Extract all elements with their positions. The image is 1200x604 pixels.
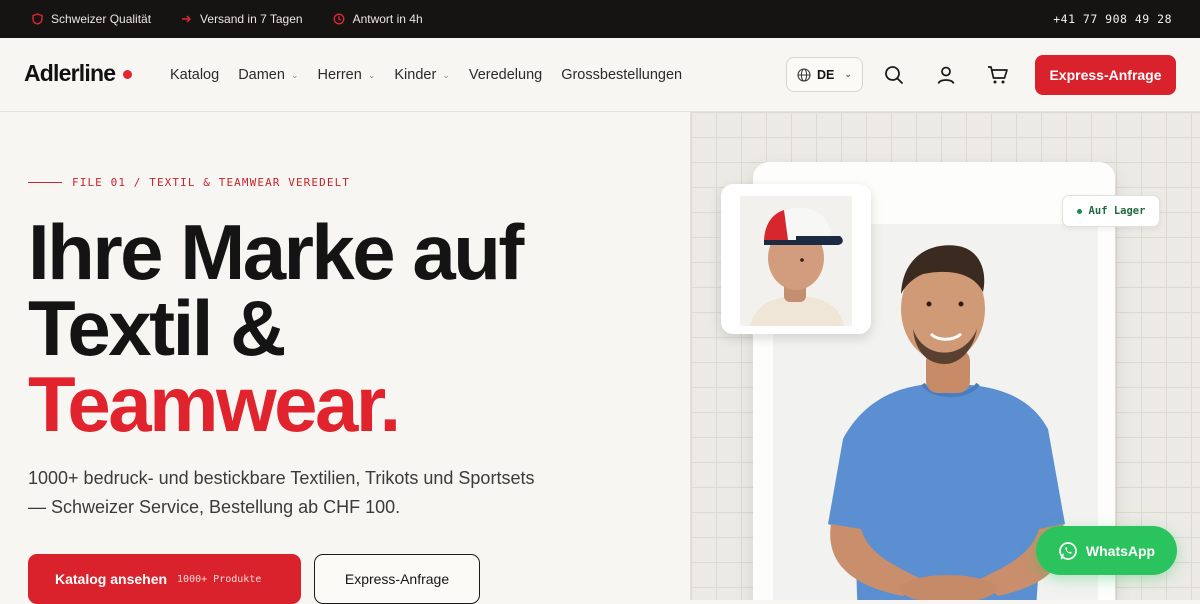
chevron-down-icon: ⌄ — [290, 69, 299, 80]
topbar-item-label: Antwort in 4h — [352, 12, 423, 26]
nav-item-label: Damen — [238, 67, 285, 83]
language-label: DE — [817, 67, 835, 82]
shield-icon — [32, 13, 43, 25]
hero-content: FILE 01 / TEXTIL & TEAMWEAR VEREDELT Ihr… — [0, 112, 690, 604]
nav-item-veredelung[interactable]: Veredelung — [469, 67, 542, 83]
hero-eyebrow: FILE 01 / TEXTIL & TEAMWEAR VEREDELT — [28, 176, 350, 189]
logo-text: Adlerline — [24, 60, 116, 86]
express-request-button[interactable]: Express-Anfrage — [1035, 55, 1176, 95]
product-count-badge: 1000+ Produkte — [177, 573, 262, 585]
topbar-item-label: Schweizer Qualität — [51, 12, 152, 26]
stock-badge: Auf Lager — [1062, 195, 1160, 227]
eyebrow-line — [28, 182, 62, 183]
whatsapp-icon — [1058, 541, 1078, 561]
logo[interactable]: Adlerline — [24, 60, 133, 87]
main-nav: Katalog Damen ⌄ Herren ⌄ Kinder ⌄ Veredelun… — [170, 38, 701, 112]
arrow-right-icon — [181, 14, 192, 24]
nav-item-damen[interactable]: Damen ⌄ — [238, 67, 298, 83]
nav-item-grossbestellungen[interactable]: Grossbestellungen — [561, 67, 682, 83]
express-request-secondary-button[interactable]: Express-Anfrage — [314, 554, 480, 604]
nav-item-herren[interactable]: Herren ⌄ — [317, 67, 375, 83]
catalog-button-label: Katalog ansehen — [55, 571, 168, 587]
headline-line-1: Ihre Marke auf — [28, 208, 524, 296]
headline-line-2: Textil & — [28, 284, 286, 372]
nav-item-label: Kinder — [394, 67, 437, 83]
hero-visual: Auf Lager WhatsApp — [690, 112, 1200, 600]
stock-badge-label: Auf Lager — [1088, 205, 1146, 217]
cap-thumbnail-photo — [740, 196, 852, 326]
chevron-down-icon: ⌄ — [367, 69, 376, 80]
topbar-item-quality: Schweizer Qualität — [32, 12, 151, 26]
phone-link[interactable]: +41 77 908 49 28 — [1053, 0, 1172, 38]
whatsapp-button[interactable]: WhatsApp — [1036, 526, 1177, 575]
hero-headline: Ihre Marke auf Textil & Teamwear. — [28, 213, 524, 443]
nav-item-kinder[interactable]: Kinder ⌄ — [394, 67, 449, 83]
clock-icon — [333, 13, 345, 25]
in-stock-dot-icon — [1076, 208, 1082, 214]
globe-icon — [797, 67, 811, 82]
cart-icon[interactable] — [986, 63, 1010, 87]
eyebrow-text: FILE 01 / TEXTIL & TEAMWEAR VEREDELT — [72, 176, 351, 189]
whatsapp-label: WhatsApp — [1085, 542, 1156, 559]
chevron-down-icon: ⌄ — [844, 69, 852, 79]
top-info-bar: Schweizer Qualität Versand in 7 Tagen An… — [0, 0, 1200, 38]
nav-item-katalog[interactable]: Katalog — [170, 67, 219, 83]
headline-line-3: Teamwear. — [28, 360, 401, 448]
nav-item-label: Grossbestellungen — [561, 67, 683, 83]
site-header: Adlerline Katalog Damen ⌄ Herren ⌄ Kinder ⌄… — [0, 38, 1200, 112]
catalog-button[interactable]: Katalog ansehen 1000+ Produkte — [28, 554, 301, 604]
hero-subtext: 1000+ bedruck- und bestickbare Textilien… — [28, 468, 535, 517]
language-selector[interactable]: DE ⌄ — [786, 57, 863, 92]
topbar-item-label: Versand in 7 Tagen — [200, 12, 303, 26]
topbar-item-response: Antwort in 4h — [333, 12, 423, 26]
logo-dot — [123, 70, 133, 79]
nav-item-label: Herren — [317, 67, 362, 83]
user-icon[interactable] — [934, 63, 958, 87]
chevron-down-icon: ⌄ — [442, 69, 450, 80]
nav-item-label: Veredelung — [468, 67, 543, 83]
cap-thumbnail-card — [721, 184, 871, 334]
search-icon[interactable] — [882, 63, 906, 87]
nav-item-label: Katalog — [170, 67, 220, 83]
topbar-item-shipping: Versand in 7 Tagen — [181, 12, 303, 26]
